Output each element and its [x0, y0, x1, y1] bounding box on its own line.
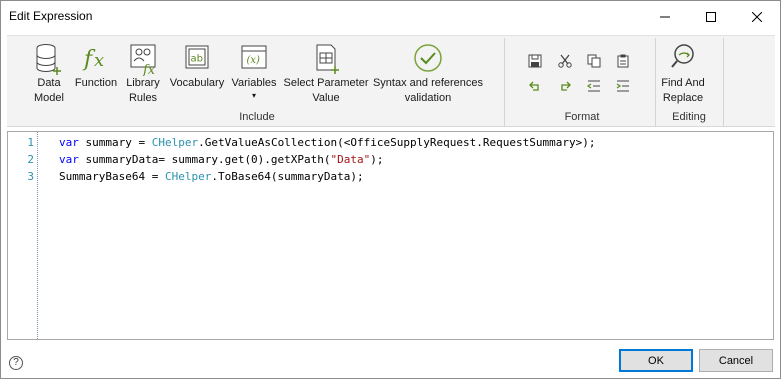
- code-token: "Data": [330, 153, 371, 166]
- table-parameter-icon: [316, 44, 339, 74]
- undo-icon[interactable]: [527, 78, 543, 94]
- vocabulary-button[interactable]: ab Vocabulary: [165, 42, 229, 91]
- svg-text:x: x: [94, 50, 104, 71]
- code-token: .ToBase64(summaryData);: [211, 170, 364, 183]
- syntax-validation-label-1: Syntax and references: [372, 77, 484, 89]
- line-number-gutter: 1 2 3: [8, 132, 38, 339]
- function-label: Function: [74, 77, 118, 89]
- function-button[interactable]: f x Function: [71, 42, 121, 91]
- svg-text:(x): (x): [247, 55, 261, 66]
- data-model-label-2: Model: [34, 92, 64, 104]
- cancel-button[interactable]: Cancel: [699, 349, 773, 372]
- ok-button[interactable]: OK: [619, 349, 693, 372]
- group-separator: [723, 38, 724, 126]
- library-rules-button[interactable]: fx Library Rules: [121, 42, 165, 106]
- variables-dropdown-arrow: ▾: [251, 91, 256, 100]
- data-model-button[interactable]: Data Model: [31, 42, 67, 106]
- select-parameter-label-2: Value: [312, 92, 340, 104]
- code-token: );: [370, 153, 384, 166]
- select-parameter-label-1: Select Parameter: [283, 77, 369, 89]
- help-icon[interactable]: ?: [9, 356, 23, 370]
- indent-icon[interactable]: [615, 78, 631, 94]
- code-line: var summaryData= summary.get(0).getXPath…: [59, 153, 384, 166]
- find-replace-label-1: Find And: [661, 77, 705, 89]
- code-line: SummaryBase64 = CHelper.ToBase64(summary…: [59, 170, 364, 183]
- close-icon: [752, 11, 762, 22]
- editing-group-label: Editing: [672, 111, 706, 123]
- syntax-validation-button[interactable]: Syntax and references validation: [373, 42, 483, 106]
- minimize-button[interactable]: [642, 1, 688, 32]
- outdent-icon[interactable]: [586, 78, 602, 94]
- find-replace-label-2: Replace: [662, 92, 704, 104]
- variables-icon: (x): [241, 45, 267, 69]
- code-token: .GetValueAsCollection(<OfficeSupplyReque…: [198, 136, 596, 149]
- maximize-icon: [706, 11, 716, 22]
- data-model-label-1: Data: [37, 77, 61, 89]
- line-number: 2: [27, 153, 34, 166]
- find-replace-icon: [671, 44, 694, 68]
- format-group-label: Format: [564, 111, 600, 123]
- group-separator: [504, 38, 505, 126]
- library-rules-icon: fx: [130, 44, 156, 76]
- cut-icon[interactable]: [557, 53, 573, 69]
- paste-icon[interactable]: [615, 53, 631, 69]
- code-token: CHelper: [151, 136, 199, 149]
- group-separator: [655, 38, 656, 126]
- code-token: summary =: [78, 136, 152, 149]
- library-rules-label-2: Rules: [128, 92, 158, 104]
- save-icon[interactable]: [527, 53, 543, 69]
- select-parameter-value-button[interactable]: Select Parameter Value: [279, 42, 373, 106]
- close-button[interactable]: [734, 1, 780, 32]
- svg-text:ab: ab: [191, 54, 203, 65]
- syntax-validation-label-2: validation: [404, 92, 452, 104]
- find-and-replace-button[interactable]: Find And Replace: [657, 42, 709, 106]
- maximize-button[interactable]: [688, 1, 734, 32]
- ribbon: Data Model f x Function fx Library Rules: [7, 35, 775, 127]
- line-number: 1: [27, 136, 34, 149]
- function-icon: f x: [82, 47, 104, 72]
- variables-label: Variables: [231, 77, 277, 89]
- code-editor[interactable]: 1 2 3 var summary = CHelper.GetValueAsCo…: [7, 131, 774, 340]
- code-token: CHelper: [164, 170, 212, 183]
- variables-button[interactable]: (x) Variables ▾: [229, 42, 279, 101]
- vocabulary-label: Vocabulary: [169, 77, 225, 89]
- code-token: summaryData= summary.get(0).getXPath(: [78, 153, 331, 166]
- library-rules-label-1: Library: [126, 77, 160, 89]
- checkmark-circle-icon: [414, 44, 442, 72]
- code-line: var summary = CHelper.GetValueAsCollecti…: [59, 136, 595, 149]
- code-token: SummaryBase64 =: [59, 170, 165, 183]
- redo-icon[interactable]: [557, 78, 573, 94]
- database-icon: [36, 44, 61, 75]
- copy-icon[interactable]: [586, 53, 602, 69]
- code-token: var: [59, 136, 79, 149]
- line-number: 3: [27, 170, 34, 183]
- svg-text:fx: fx: [142, 63, 156, 76]
- include-group-label: Include: [239, 111, 275, 123]
- window-title: Edit Expression: [9, 9, 93, 23]
- edit-expression-dialog: Edit Expression Data Model f x Function …: [0, 0, 781, 379]
- title-bar: Edit Expression: [1, 1, 780, 33]
- minimize-icon: [660, 16, 670, 17]
- code-token: var: [59, 153, 79, 166]
- vocabulary-icon: ab: [185, 45, 209, 69]
